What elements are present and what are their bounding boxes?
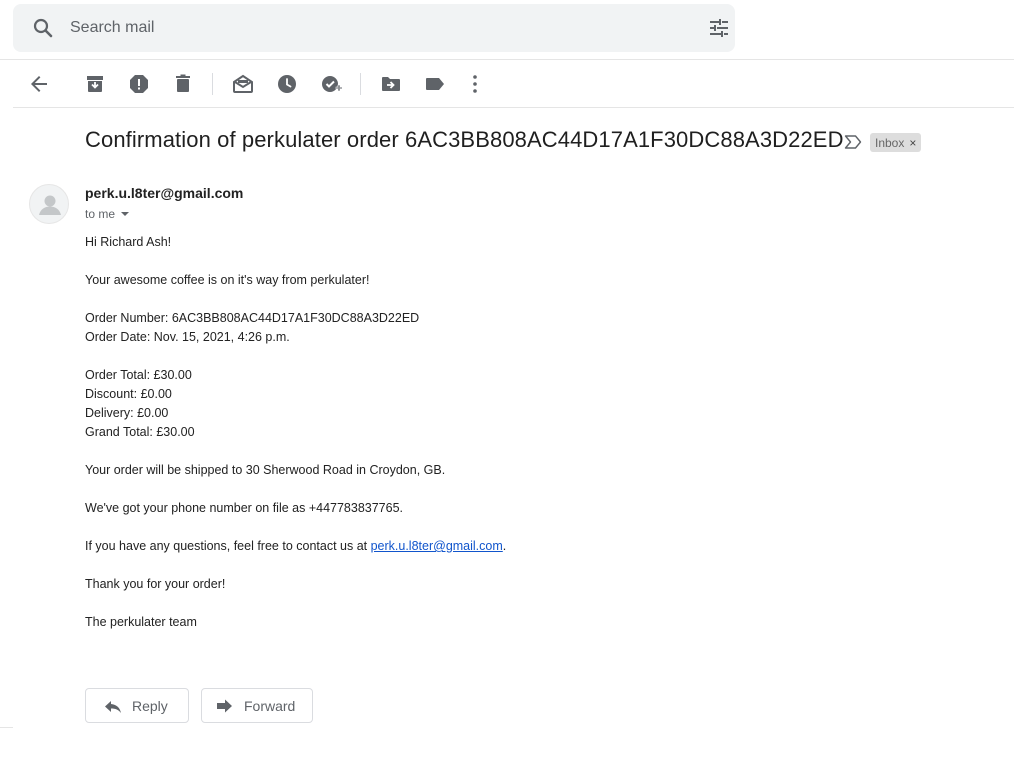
search-icon[interactable] xyxy=(31,16,55,40)
mark-unread-icon[interactable] xyxy=(231,72,255,96)
body-discount: Discount: £0.00 xyxy=(85,387,172,401)
chevron-down-icon[interactable] xyxy=(121,212,130,216)
contact-suffix: . xyxy=(502,539,507,553)
body-thanks: Thank you for your order! xyxy=(85,577,226,591)
bottom-divider xyxy=(0,727,13,728)
importance-marker-icon[interactable] xyxy=(844,134,862,150)
header-divider xyxy=(0,59,1014,60)
contact-prefix: If you have any questions, feel free to … xyxy=(85,539,371,553)
label-chip-text: Inbox xyxy=(875,135,905,150)
toolbar-separator xyxy=(360,73,361,95)
report-spam-icon[interactable] xyxy=(127,72,151,96)
body-signoff: The perkulater team xyxy=(85,615,197,629)
search-bar xyxy=(13,4,735,52)
recipient-details-toggle[interactable]: to me xyxy=(85,207,130,221)
search-input[interactable] xyxy=(70,16,670,40)
body-phone: We've got your phone number on file as +… xyxy=(85,501,404,515)
delete-icon[interactable] xyxy=(171,72,195,96)
body-greeting: Hi Richard Ash! xyxy=(85,235,172,249)
remove-label-button[interactable]: × xyxy=(909,136,916,150)
label-icon[interactable] xyxy=(423,72,447,96)
email-subject: Confirmation of perkulater order 6AC3BB8… xyxy=(85,127,844,152)
body-order-date: Order Date: Nov. 15, 2021, 4:26 p.m. xyxy=(85,330,290,344)
inbox-label-chip: Inbox × xyxy=(870,133,922,152)
toolbar-divider xyxy=(13,107,1014,108)
forward-button[interactable]: Forward xyxy=(201,688,313,723)
body-shipping: Your order will be shipped to 30 Sherwoo… xyxy=(85,463,446,477)
more-icon[interactable] xyxy=(463,72,487,96)
body-order-number: Order Number: 6AC3BB808AC44D17A1F30DC88A… xyxy=(85,311,420,325)
body-delivery: Delivery: £0.00 xyxy=(85,406,169,420)
body-grand-total: Grand Total: £30.00 xyxy=(85,425,195,439)
forward-icon xyxy=(216,698,234,714)
sender-email[interactable]: perk.u.l8ter@gmail.com xyxy=(85,185,243,201)
back-icon[interactable] xyxy=(27,72,51,96)
contact-email-link[interactable]: perk.u.l8ter@gmail.com xyxy=(371,539,503,553)
toolbar-separator xyxy=(212,73,213,95)
add-to-tasks-icon[interactable] xyxy=(319,72,343,96)
move-to-icon[interactable] xyxy=(379,72,403,96)
recipient-text: to me xyxy=(85,207,116,221)
body-order-total: Order Total: £30.00 xyxy=(85,368,192,382)
reply-icon xyxy=(104,698,122,714)
body-intro: Your awesome coffee is on it's way from … xyxy=(85,273,370,287)
archive-icon[interactable] xyxy=(83,72,107,96)
snooze-icon[interactable] xyxy=(275,72,299,96)
forward-label: Forward xyxy=(244,697,296,714)
search-options-icon[interactable] xyxy=(707,16,731,40)
avatar xyxy=(29,184,69,224)
body-contact: If you have any questions, feel free to … xyxy=(85,538,506,554)
reply-label: Reply xyxy=(132,697,168,714)
reply-button[interactable]: Reply xyxy=(85,688,189,723)
person-icon xyxy=(39,195,61,215)
